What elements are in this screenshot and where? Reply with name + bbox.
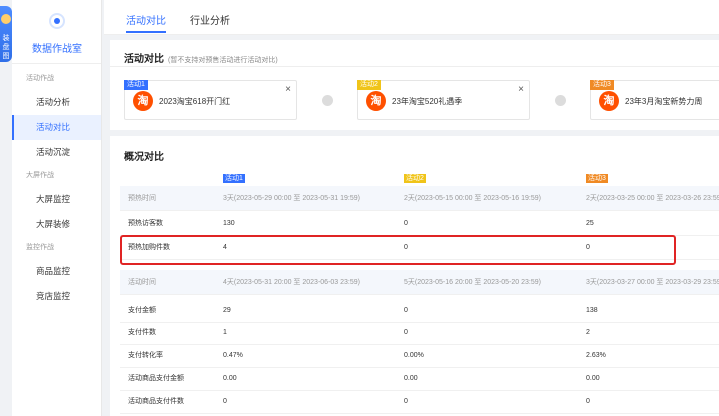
active-tab-indicator bbox=[126, 31, 166, 33]
sidebar-item-product-monitor[interactable]: 商品监控 bbox=[12, 259, 101, 284]
section-title: 活动对比 (暂不支持对预售活动进行活动对比) bbox=[124, 54, 278, 65]
taobao-logo-icon: 淘 bbox=[133, 91, 153, 111]
table-row: 活动商品支付金额 0.00 0.00 0.00 bbox=[120, 366, 719, 391]
compare-separator-dot bbox=[322, 95, 333, 106]
taobao-logo-icon: 淘 bbox=[366, 91, 386, 111]
cell-value: 0 bbox=[404, 244, 408, 251]
close-icon[interactable]: × bbox=[518, 84, 524, 95]
sidebar: 数据作战室 活动作战 活动分析 活动对比 活动沉淀 大屏作战 大屏监控 大屏装修… bbox=[12, 0, 102, 416]
table-row: 支付转化率 0.47% 0.00% 2.63% bbox=[120, 343, 719, 368]
main-content: 活动对比 行业分析 活动对比 (暂不支持对预售活动进行活动对比) 活动1 淘 20… bbox=[104, 0, 719, 416]
activity-tag: 活动1 bbox=[124, 80, 148, 90]
activity-compare-card: 活动对比 (暂不支持对预售活动进行活动对比) 活动1 淘 2023淘宝618开门红… bbox=[110, 40, 719, 130]
row-label: 活动商品支付金额 bbox=[128, 375, 184, 382]
table-row: 预热访客数 130 0 25 bbox=[120, 211, 719, 236]
sidebar-item-activity-archive[interactable]: 活动沉淀 bbox=[12, 140, 101, 165]
tab-bar: 活动对比 行业分析 bbox=[104, 0, 719, 35]
tab-industry-analysis[interactable]: 行业分析 bbox=[190, 12, 230, 27]
sidebar-title: 数据作战室 bbox=[32, 44, 82, 55]
activity-card-3[interactable]: 活动3 淘 23年3月淘宝新势力周 bbox=[590, 80, 719, 120]
tab-activity-compare[interactable]: 活动对比 bbox=[126, 12, 166, 27]
divider bbox=[110, 66, 719, 67]
table-row: 预热加购件数 4 0 0 bbox=[120, 235, 719, 260]
cell-value: 4天(2023-05-31 20:00 至 2023-06-03 23:59) bbox=[223, 279, 360, 286]
close-icon[interactable]: × bbox=[285, 84, 291, 95]
sidebar-item-competitor-monitor[interactable]: 竞店监控 bbox=[12, 284, 101, 309]
row-label: 支付件数 bbox=[128, 329, 156, 336]
row-label: 预热时间 bbox=[128, 195, 156, 202]
table-row: 活动时间 4天(2023-05-31 20:00 至 2023-06-03 23… bbox=[120, 270, 719, 295]
cell-value: 0.00 bbox=[404, 375, 418, 382]
cell-value: 0.47% bbox=[223, 352, 243, 359]
activity-name: 2023淘宝618开门红 bbox=[159, 97, 231, 106]
cell-value: 0.00 bbox=[223, 375, 237, 382]
cell-value: 0.00% bbox=[404, 352, 424, 359]
cell-value: 2.63% bbox=[586, 352, 606, 359]
taobao-logo-icon: 淘 bbox=[599, 91, 619, 111]
sidebar-group-label: 监控作战 bbox=[26, 244, 54, 251]
cell-value: 3天(2023-05-29 00:00 至 2023-05-31 19:59) bbox=[223, 195, 360, 202]
activity-tag: 活动3 bbox=[590, 80, 614, 90]
sidebar-group-label: 活动作战 bbox=[26, 75, 54, 82]
cell-value: 0 bbox=[404, 398, 408, 405]
cell-value: 1 bbox=[223, 329, 227, 336]
row-label: 支付转化率 bbox=[128, 352, 163, 359]
sidebar-item-screen-monitor[interactable]: 大屏监控 bbox=[12, 187, 101, 212]
cell-value: 4 bbox=[223, 244, 227, 251]
cell-value: 0 bbox=[586, 398, 590, 405]
activity-name: 23年3月淘宝新势力周 bbox=[625, 97, 703, 106]
row-label: 活动商品支付件数 bbox=[128, 398, 184, 405]
data-room-icon bbox=[49, 13, 65, 29]
cell-value: 5天(2023-05-16 20:00 至 2023-05-20 23:59) bbox=[404, 279, 541, 286]
cell-value: 2 bbox=[586, 329, 590, 336]
table-row: 支付件数 1 0 2 bbox=[120, 320, 719, 345]
sidebar-item-activity-compare[interactable]: 活动对比 bbox=[12, 115, 101, 140]
activity-name: 23年淘宝520礼遇季 bbox=[392, 97, 463, 106]
cell-value: 0 bbox=[223, 398, 227, 405]
cell-value: 3天(2023-03-27 00:00 至 2023-03-29 23:59) bbox=[586, 279, 719, 286]
cell-value: 0.00 bbox=[586, 375, 600, 382]
cell-value: 130 bbox=[223, 220, 235, 227]
activity-card-1[interactable]: 活动1 淘 2023淘宝618开门红 × bbox=[124, 80, 297, 120]
cell-value: 2天(2023-03-25 00:00 至 2023-03-26 23:59) bbox=[586, 195, 719, 202]
logo-text: 装 盘 图 bbox=[2, 35, 10, 60]
table-row: 预热时间 3天(2023-05-29 00:00 至 2023-05-31 19… bbox=[120, 186, 719, 211]
sidebar-item-screen-decorate[interactable]: 大屏装修 bbox=[12, 212, 101, 237]
cell-value: 0 bbox=[586, 244, 590, 251]
overview-compare-card: 概况对比 活动1 活动2 活动3 预热时间 3天(2023-05-29 00:0… bbox=[110, 136, 719, 416]
logo-face-icon bbox=[1, 14, 11, 24]
cell-value: 2天(2023-05-15 00:00 至 2023-05-16 19:59) bbox=[404, 195, 541, 202]
table-row: 活动商品支付件数 0 0 0 bbox=[120, 389, 719, 414]
column-header-activity-1: 活动1 bbox=[223, 174, 245, 183]
activity-tag: 活动2 bbox=[357, 80, 381, 90]
sidebar-header: 数据作战室 bbox=[12, 0, 101, 64]
column-header-activity-3: 活动3 bbox=[586, 174, 608, 183]
compare-separator-dot bbox=[555, 95, 566, 106]
sidebar-item-activity-analysis[interactable]: 活动分析 bbox=[12, 90, 101, 115]
row-label: 预热访客数 bbox=[128, 220, 163, 227]
section-title: 概况对比 bbox=[124, 152, 164, 163]
column-header-activity-2: 活动2 bbox=[404, 174, 426, 183]
cell-value: 0 bbox=[404, 220, 408, 227]
app-logo[interactable]: 装 盘 图 bbox=[0, 6, 12, 62]
activity-card-2[interactable]: 活动2 淘 23年淘宝520礼遇季 × bbox=[357, 80, 530, 120]
row-label: 活动时间 bbox=[128, 279, 156, 286]
sidebar-group-label: 大屏作战 bbox=[26, 172, 54, 179]
cell-value: 0 bbox=[404, 329, 408, 336]
cell-value: 25 bbox=[586, 220, 594, 227]
section-subtitle: (暂不支持对预售活动进行活动对比) bbox=[168, 57, 278, 64]
app-logo-strip: 装 盘 图 bbox=[0, 0, 12, 416]
row-label: 预热加购件数 bbox=[128, 244, 170, 251]
